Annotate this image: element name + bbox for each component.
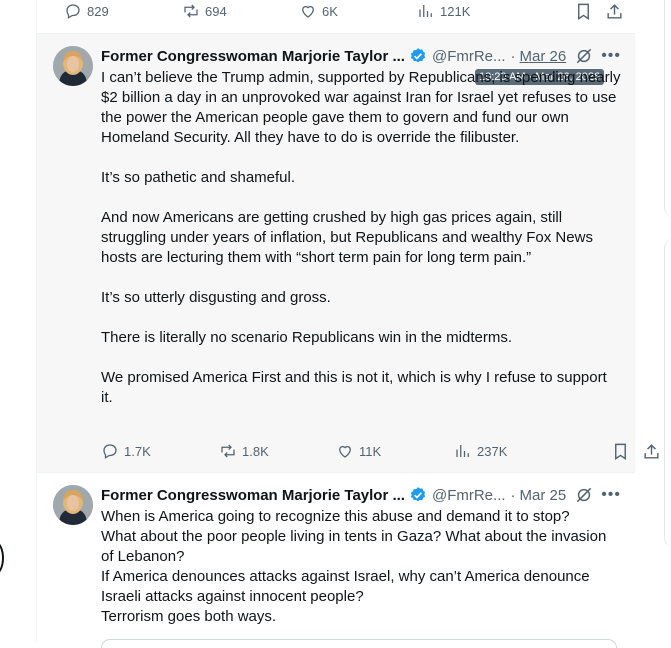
- prev-tweet-action-bar: 829 694 6K 121K: [64, 0, 624, 22]
- views-icon: [456, 445, 469, 457]
- share-icon[interactable]: [642, 442, 661, 461]
- author-handle[interactable]: @FmrRe...: [432, 48, 506, 65]
- share-icon[interactable]: [605, 2, 624, 21]
- heart-icon: [339, 445, 351, 458]
- repost-button[interactable]: 1.8K: [219, 442, 336, 460]
- repost-icon: [221, 444, 235, 458]
- repost-icon: [184, 4, 198, 18]
- author-name[interactable]: Former Congresswoman Marjorie Taylor ...: [101, 487, 405, 504]
- tweet-text: I can’t believe the Trump admin, support…: [101, 69, 621, 406]
- heart-icon: [302, 5, 314, 18]
- tweet-2[interactable]: Former Congresswoman Marjorie Taylor ...…: [37, 472, 635, 648]
- reply-icon: [66, 4, 80, 19]
- separator-dot: ·: [510, 47, 516, 65]
- views-count: 121K: [440, 3, 471, 19]
- reply-count: 829: [87, 3, 109, 19]
- left-sidebar-edge: [0, 0, 36, 642]
- author-name[interactable]: Former Congresswoman Marjorie Taylor ...: [101, 48, 405, 65]
- more-options-icon[interactable]: •••: [601, 47, 621, 65]
- views-button[interactable]: 237K: [454, 442, 507, 460]
- like-count: 11K: [359, 443, 382, 459]
- tweet-header: Former Congresswoman Marjorie Taylor ...…: [101, 46, 621, 66]
- right-panel-card: [664, 238, 671, 548]
- bookmark-icon[interactable]: [574, 2, 593, 21]
- tweet-1[interactable]: Former Congresswoman Marjorie Taylor ...…: [37, 33, 659, 472]
- tweet-1-action-bar: 1.7K 1.8K 11K 237K: [101, 440, 661, 462]
- like-button[interactable]: 6K: [299, 2, 417, 20]
- bookmark-icon[interactable]: [611, 442, 630, 461]
- reply-button[interactable]: 1.7K: [101, 442, 219, 460]
- grok-icon[interactable]: [574, 485, 594, 505]
- verified-badge-icon: [410, 487, 426, 502]
- separator-dot: ·: [510, 486, 516, 504]
- reply-icon: [103, 444, 117, 459]
- right-panel-card: [664, 0, 671, 218]
- quoted-card-edge[interactable]: [101, 639, 617, 648]
- repost-button[interactable]: 694: [182, 2, 299, 20]
- reply-button[interactable]: 829: [64, 2, 182, 20]
- more-options-icon[interactable]: •••: [601, 486, 621, 504]
- avatar[interactable]: [53, 46, 93, 86]
- author-handle[interactable]: @FmrRe...: [432, 487, 506, 504]
- profile-photo: [53, 485, 93, 525]
- reply-count: 1.7K: [124, 443, 151, 459]
- tweet-text: When is America going to recognize this …: [101, 508, 607, 625]
- tweet-date[interactable]: Mar 25: [520, 487, 567, 504]
- tweet-header: Former Congresswoman Marjorie Taylor ...…: [101, 485, 621, 505]
- avatar[interactable]: [53, 485, 93, 525]
- like-count: 6K: [322, 3, 338, 19]
- repost-count: 694: [205, 3, 227, 19]
- views-button[interactable]: 121K: [417, 2, 470, 20]
- verified-badge-icon: [410, 48, 426, 63]
- repost-count: 1.8K: [242, 443, 269, 459]
- views-icon: [419, 5, 432, 17]
- views-count: 237K: [477, 443, 508, 459]
- profile-photo: [53, 46, 93, 86]
- tweet-date[interactable]: Mar 26: [520, 48, 567, 65]
- like-button[interactable]: 11K: [336, 442, 454, 460]
- grok-icon[interactable]: [574, 46, 594, 66]
